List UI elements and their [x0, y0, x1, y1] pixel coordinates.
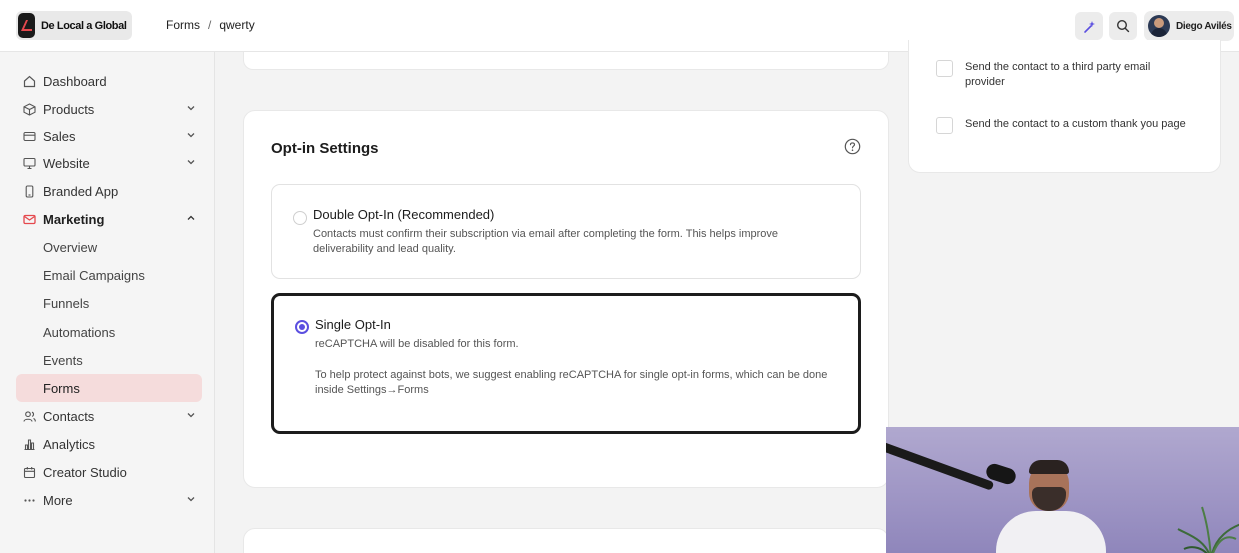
- chevron-down-icon: [187, 106, 195, 111]
- sidebar-item-dashboard[interactable]: Dashboard: [16, 67, 202, 95]
- user-menu-button[interactable]: Diego Avilés: [1144, 11, 1234, 41]
- checkbox-row: Send the contact to a custom thank you p…: [936, 117, 1190, 134]
- post-submit-actions-card: Send the contact to a third party email …: [908, 40, 1221, 173]
- sidebar-item-analytics[interactable]: Analytics: [16, 430, 202, 458]
- search-button[interactable]: [1109, 12, 1137, 40]
- mail-icon: [22, 212, 36, 226]
- ai-assistant-button[interactable]: [1075, 12, 1103, 40]
- sidebar-item-label: Website: [43, 155, 90, 171]
- help-circle-icon[interactable]: [844, 138, 861, 155]
- option-title: Single Opt-In: [315, 317, 391, 332]
- checkbox-label: Send the contact to a third party email …: [965, 61, 1151, 88]
- previous-settings-card: [243, 52, 889, 70]
- monitor-icon: [22, 156, 36, 170]
- webcam-overlay: [886, 427, 1239, 553]
- sidebar: Dashboard Products Sales Website Branded…: [0, 52, 215, 553]
- presenter-hair: [1029, 460, 1069, 474]
- sidebar-item-label: Contacts: [43, 408, 95, 424]
- sidebar-item-creator-studio[interactable]: Creator Studio: [16, 458, 202, 486]
- home-icon: [22, 74, 36, 88]
- chevron-down-icon: [187, 133, 195, 138]
- sidebar-subitem-overview[interactable]: Overview: [16, 233, 202, 261]
- box-icon: [22, 102, 36, 116]
- microphone-arm: [886, 441, 995, 491]
- brand-logo-button[interactable]: De Local a Global: [16, 11, 132, 40]
- plant-icon: [1177, 506, 1239, 553]
- phone-icon: [22, 184, 36, 198]
- sparkle-icon: [1083, 20, 1095, 33]
- checkbox-label: Send the contact to a custom thank you p…: [965, 118, 1186, 130]
- double-optin-option[interactable]: Double Opt-In (Recommended) Contacts mus…: [271, 184, 861, 279]
- sidebar-subitem-label: Email Campaigns: [43, 267, 145, 283]
- breadcrumb-separator: /: [208, 18, 212, 32]
- breadcrumb-forms[interactable]: Forms: [166, 18, 200, 32]
- sidebar-item-label: Analytics: [43, 436, 96, 452]
- chevron-down-icon: [187, 413, 195, 418]
- sidebar-subitem-label: Overview: [43, 239, 98, 255]
- sidebar-subitem-label: Funnels: [43, 295, 90, 311]
- single-optin-option[interactable]: Single Opt-In reCAPTCHA will be disabled…: [271, 293, 861, 434]
- sidebar-subitem-label: Automations: [43, 324, 116, 340]
- sidebar-item-sales[interactable]: Sales: [16, 122, 202, 150]
- breadcrumb-current: qwerty: [219, 18, 255, 32]
- chart-icon: [22, 437, 36, 451]
- chevron-down-icon: [187, 160, 195, 165]
- card-icon: [22, 129, 36, 143]
- breadcrumb: Forms / qwerty: [166, 18, 255, 32]
- option-title: Double Opt-In (Recommended): [313, 207, 495, 222]
- users-icon: [22, 409, 36, 423]
- sidebar-item-label: Products: [43, 101, 95, 117]
- brand-logo-icon: [18, 13, 35, 38]
- sidebar-item-website[interactable]: Website: [16, 149, 202, 177]
- search-icon: [1116, 19, 1130, 33]
- sidebar-item-products[interactable]: Products: [16, 95, 202, 123]
- ellipsis-icon: [22, 493, 36, 507]
- brand-name: De Local a Global: [41, 19, 127, 32]
- sidebar-item-label: Creator Studio: [43, 464, 127, 480]
- sidebar-item-contacts[interactable]: Contacts: [16, 402, 202, 430]
- third-party-provider-checkbox[interactable]: [936, 60, 953, 77]
- option-description: Contacts must confirm their subscription…: [313, 228, 779, 255]
- sidebar-item-marketing[interactable]: Marketing: [16, 205, 202, 233]
- custom-thank-you-checkbox[interactable]: [936, 117, 953, 134]
- sidebar-subitem-label: Forms: [43, 380, 80, 396]
- sidebar-subitem-forms[interactable]: Forms: [16, 374, 202, 402]
- sidebar-item-label: More: [43, 492, 73, 508]
- next-settings-card: [243, 528, 889, 553]
- sidebar-item-more[interactable]: More: [16, 486, 202, 514]
- card-title: Opt-in Settings: [271, 140, 379, 157]
- sidebar-subitem-funnels[interactable]: Funnels: [16, 289, 202, 317]
- sidebar-item-label: Marketing: [43, 211, 105, 227]
- avatar: [1148, 15, 1170, 37]
- chevron-up-icon: [187, 215, 195, 220]
- single-optin-radio[interactable]: [295, 320, 309, 334]
- sidebar-item-label: Dashboard: [43, 73, 107, 89]
- sidebar-subitem-automations[interactable]: Automations: [16, 318, 202, 346]
- calendar-icon: [22, 465, 36, 479]
- chevron-down-icon: [187, 497, 195, 502]
- double-optin-radio[interactable]: [293, 211, 307, 225]
- user-name: Diego Avilés: [1176, 20, 1232, 32]
- optin-settings-card: Opt-in Settings Double Opt-In (Recommend…: [243, 110, 889, 488]
- option-note: To help protect against bots, we suggest…: [315, 369, 828, 396]
- option-description: reCAPTCHA will be disabled for this form…: [315, 338, 519, 350]
- sidebar-subitem-label: Events: [43, 352, 83, 368]
- sidebar-item-label: Branded App: [43, 183, 119, 199]
- checkbox-row: Send the contact to a third party email …: [936, 60, 1190, 90]
- sidebar-subitem-email-campaigns[interactable]: Email Campaigns: [16, 261, 202, 289]
- sidebar-item-label: Sales: [43, 128, 76, 144]
- presenter-body: [996, 511, 1106, 553]
- sidebar-subitem-events[interactable]: Events: [16, 346, 202, 374]
- sidebar-item-branded-app[interactable]: Branded App: [16, 177, 202, 205]
